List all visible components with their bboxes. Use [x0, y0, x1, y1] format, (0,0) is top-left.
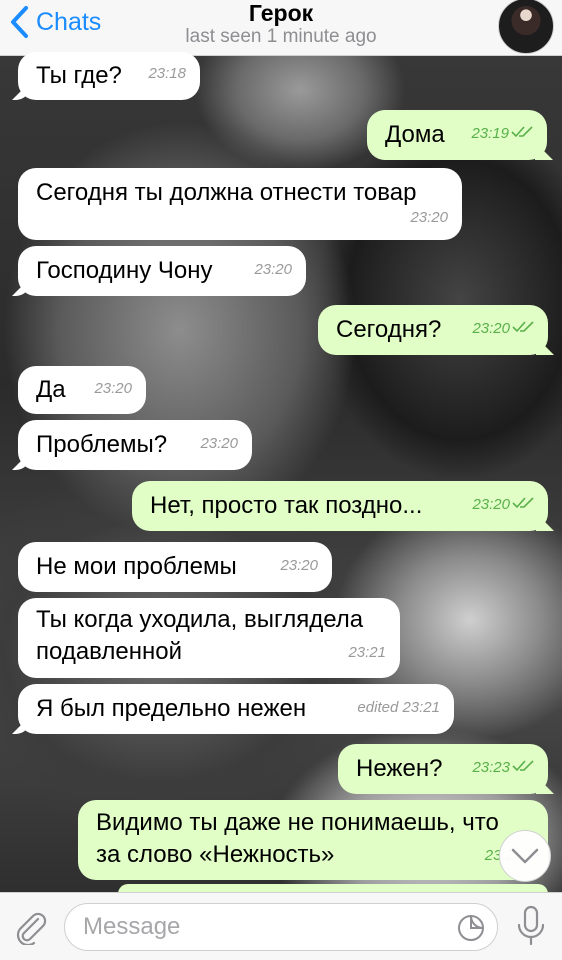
message-time: 23:20 — [254, 261, 292, 278]
chat-title[interactable]: Герок — [0, 0, 562, 27]
message-outgoing[interactable]: Нет, просто так поздно... 23:20 — [132, 481, 548, 531]
chat-status: last seen 1 minute ago — [185, 26, 377, 47]
message-text-line: подавленной — [36, 638, 182, 665]
double-check-icon — [512, 752, 534, 784]
message-input[interactable] — [64, 903, 498, 951]
message-text-line: за слово «Нежность» — [96, 841, 335, 868]
message-incoming[interactable]: Ты где? 23:18 — [18, 52, 200, 100]
message-outgoing[interactable]: Сегодня? 23:20 — [318, 305, 548, 355]
contact-avatar[interactable] — [498, 0, 554, 54]
message-incoming[interactable]: Да 23:20 — [18, 366, 146, 414]
message-text-line: Ты когда уходила, выглядела — [36, 606, 364, 633]
scroll-down-button[interactable] — [499, 830, 551, 882]
message-time: 23:21 — [348, 644, 386, 661]
chevron-down-icon — [511, 848, 539, 864]
message-outgoing[interactable]: Видимо ты даже не понимаешь, что за слов… — [78, 800, 548, 880]
microphone-icon[interactable] — [514, 905, 548, 947]
message-time: 23:20 — [280, 557, 318, 574]
message-outgoing[interactable]: Нежен? 23:23 — [338, 744, 548, 794]
message-time: 23:20 — [472, 313, 534, 345]
message-incoming[interactable]: Сегодня ты должна отнести товар 23:20 — [18, 168, 462, 240]
message-time: 23:23 — [472, 752, 534, 784]
message-incoming[interactable]: Ты когда уходила, выглядела подавленной … — [18, 598, 400, 678]
message-text-line: Видимо ты даже не понимаешь, что — [96, 809, 499, 836]
message-time: 23:20 — [94, 380, 132, 397]
message-text: Господину Чону — [36, 257, 213, 284]
message-time: 23:18 — [148, 65, 186, 82]
message-incoming[interactable]: Господину Чону 23:20 — [18, 246, 306, 296]
message-text: Не мои проблемы — [36, 553, 237, 580]
message-time: 23:20 — [200, 435, 238, 452]
chat-header: Chats Герок last seen 1 minute ago — [0, 0, 562, 56]
message-incoming[interactable]: Проблемы? 23:20 — [18, 420, 252, 470]
message-time: 23:20 — [410, 209, 448, 226]
message-input-bar — [0, 892, 562, 960]
message-text: Сегодня ты должна отнести товар — [36, 179, 417, 206]
message-time: edited 23:21 — [357, 699, 440, 716]
message-time: 23:19 — [471, 118, 533, 150]
message-incoming[interactable]: Я был предельно нежен edited 23:21 — [18, 684, 454, 734]
message-time: 23:20 — [472, 489, 534, 521]
double-check-icon — [512, 313, 534, 345]
double-check-icon — [512, 489, 534, 521]
message-outgoing[interactable]: Дома 23:19 — [367, 110, 547, 160]
paperclip-icon[interactable] — [12, 909, 48, 945]
sticker-icon[interactable] — [456, 913, 486, 943]
message-incoming[interactable]: Не мои проблемы 23:20 — [18, 542, 332, 592]
double-check-icon — [511, 118, 533, 150]
